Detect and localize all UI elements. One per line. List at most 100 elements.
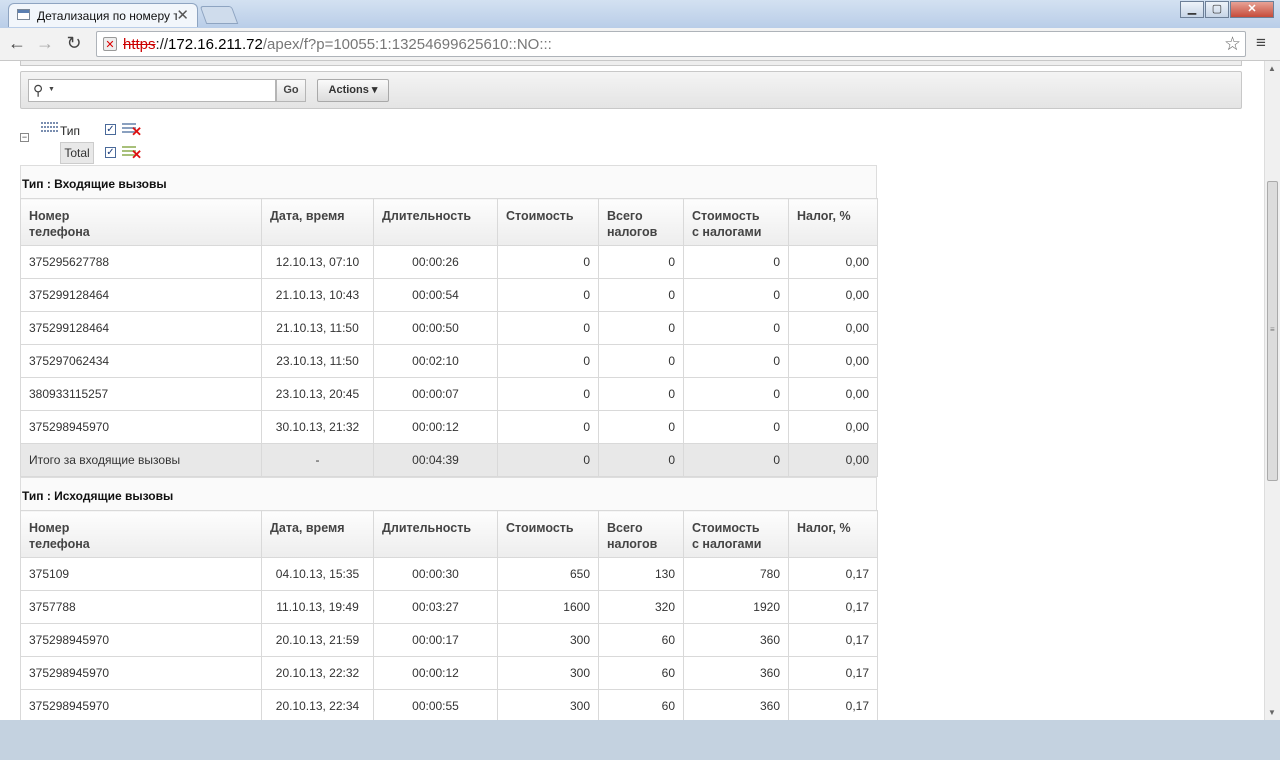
total-checkbox[interactable]: ✓ [105,147,116,158]
table-row: 375298945970 20.10.13, 22:34 00:00:55 300 60… [20,689,878,720]
table-cell: 650 [497,557,599,591]
actions-button[interactable]: Actions ▾ [317,79,389,102]
table-cell: 60 [598,656,684,690]
control-break-icon [41,122,59,136]
table-cell: 0 [598,311,684,345]
minimize-button[interactable]: ▁ [1180,1,1204,18]
browser-toolbar: ← → ↻ ✕ https://172.16.211.72/apex/f?p=1… [0,28,1280,61]
table-cell: 375297062434 [20,344,262,378]
address-bar[interactable]: ✕ https://172.16.211.72/apex/f?p=10055:1… [96,31,1246,57]
table-cell: 0,17 [788,656,878,690]
table-cell: 0 [598,410,684,444]
table-cell: 30.10.13, 21:32 [261,410,374,444]
table-cell: 00:00:12 [373,410,498,444]
table-cell: 375298945970 [20,410,262,444]
table-cell: 0,17 [788,623,878,657]
region-border [20,61,1242,66]
summary-cell: 0 [497,443,599,477]
report-search-bar: ⚲ ▼ Go Actions ▾ [20,71,1242,109]
table-cell: 3757788 [20,590,262,624]
remove-break-icon[interactable]: ✕ [122,122,142,138]
table-cell: 0,00 [788,311,878,345]
column-header[interactable]: Дата, время [261,198,374,246]
browser-tab[interactable]: Детализация по номеру т ✕ [8,3,198,27]
table-cell: 0,17 [788,557,878,591]
table-row: 3757788 11.10.13, 19:49 00:03:27 1600 320 192… [20,590,878,624]
table-cell: 60 [598,689,684,720]
go-button[interactable]: Go [276,79,306,102]
remove-total-icon[interactable]: ✕ [122,145,142,161]
back-icon[interactable]: ← [6,32,28,54]
column-header[interactable]: Всего налогов [598,510,684,558]
bookmark-star-icon[interactable]: ☆ [1224,33,1241,56]
table-cell: 00:00:55 [373,689,498,720]
table-cell: 360 [683,623,789,657]
maximize-button[interactable]: ▢ [1205,1,1229,18]
column-header[interactable]: Стоимость с налогами [683,510,789,558]
column-header[interactable]: Стоимость [497,198,599,246]
table-cell: 0 [598,245,684,279]
table-cell: 375298945970 [20,623,262,657]
table-cell: 0,00 [788,344,878,378]
search-input[interactable] [59,82,273,100]
report-table: Тип : Входящие вызовы Номер телефона Дата, … [20,165,878,720]
search-field[interactable]: ⚲ ▼ [28,79,276,102]
table-cell: 04.10.13, 15:35 [261,557,374,591]
control-break-checkbox[interactable]: ✓ [105,124,116,135]
column-header[interactable]: Длительность [373,510,498,558]
table-row: 375299128464 21.10.13, 11:50 00:00:50 0 0 0 0,… [20,311,878,345]
table-cell: 00:03:27 [373,590,498,624]
table-cell: 375295627788 [20,245,262,279]
table-cell: 320 [598,590,684,624]
page-viewport: ⚲ ▼ Go Actions ▾ − Тип ✓ ✕ Total ✓ ✕ Тип… [0,61,1264,720]
table-cell: 0 [497,245,599,279]
collapse-icon[interactable]: − [20,133,29,142]
forward-icon[interactable]: → [34,32,56,54]
insecure-lock-icon[interactable]: ✕ [103,37,117,51]
table-cell: 130 [598,557,684,591]
table-cell: 0 [598,344,684,378]
table-cell: 0 [683,278,789,312]
table-cell: 21.10.13, 10:43 [261,278,374,312]
reload-icon[interactable]: ↻ [63,32,85,54]
vertical-scrollbar[interactable]: ▲ ≡ ▼ [1264,61,1280,720]
close-tab-icon[interactable]: ✕ [176,6,189,24]
table-cell: 0,00 [788,245,878,279]
table-cell: 780 [683,557,789,591]
column-header[interactable]: Длительность [373,198,498,246]
table-cell: 23.10.13, 20:45 [261,377,374,411]
table-cell: 00:00:54 [373,278,498,312]
table-cell: 0 [497,311,599,345]
table-cell: 360 [683,689,789,720]
table-cell: 0,00 [788,410,878,444]
close-window-button[interactable]: ✕ [1230,1,1274,18]
table-cell: 23.10.13, 11:50 [261,344,374,378]
search-icon[interactable]: ⚲ [33,82,43,99]
column-header[interactable]: Стоимость с налогами [683,198,789,246]
table-cell: 21.10.13, 11:50 [261,311,374,345]
table-cell: 0,00 [788,377,878,411]
column-header[interactable]: Номер телефона [20,198,262,246]
summary-cell: 0 [598,443,684,477]
scroll-up-icon[interactable]: ▲ [1268,64,1276,73]
table-cell: 300 [497,623,599,657]
column-header[interactable]: Налог, % [788,198,878,246]
column-header[interactable]: Номер телефона [20,510,262,558]
new-tab-button[interactable] [199,6,239,24]
column-header[interactable]: Налог, % [788,510,878,558]
table-cell: 0 [683,245,789,279]
table-cell: 300 [497,689,599,720]
scroll-down-icon[interactable]: ▼ [1268,708,1276,717]
column-header[interactable]: Дата, время [261,510,374,558]
table-cell: 00:02:10 [373,344,498,378]
summary-cell: 00:04:39 [373,443,498,477]
group-header: Тип : Входящие вызовы [20,165,877,198]
column-header[interactable]: Всего налогов [598,198,684,246]
scroll-thumb[interactable]: ≡ [1267,181,1278,481]
table-cell: 60 [598,623,684,657]
column-header[interactable]: Стоимость [497,510,599,558]
group-header: Тип : Исходящие вызовы [20,477,877,510]
table-cell: 0 [683,344,789,378]
chevron-down-icon[interactable]: ▼ [48,86,55,93]
menu-icon[interactable]: ≡ [1256,33,1266,53]
